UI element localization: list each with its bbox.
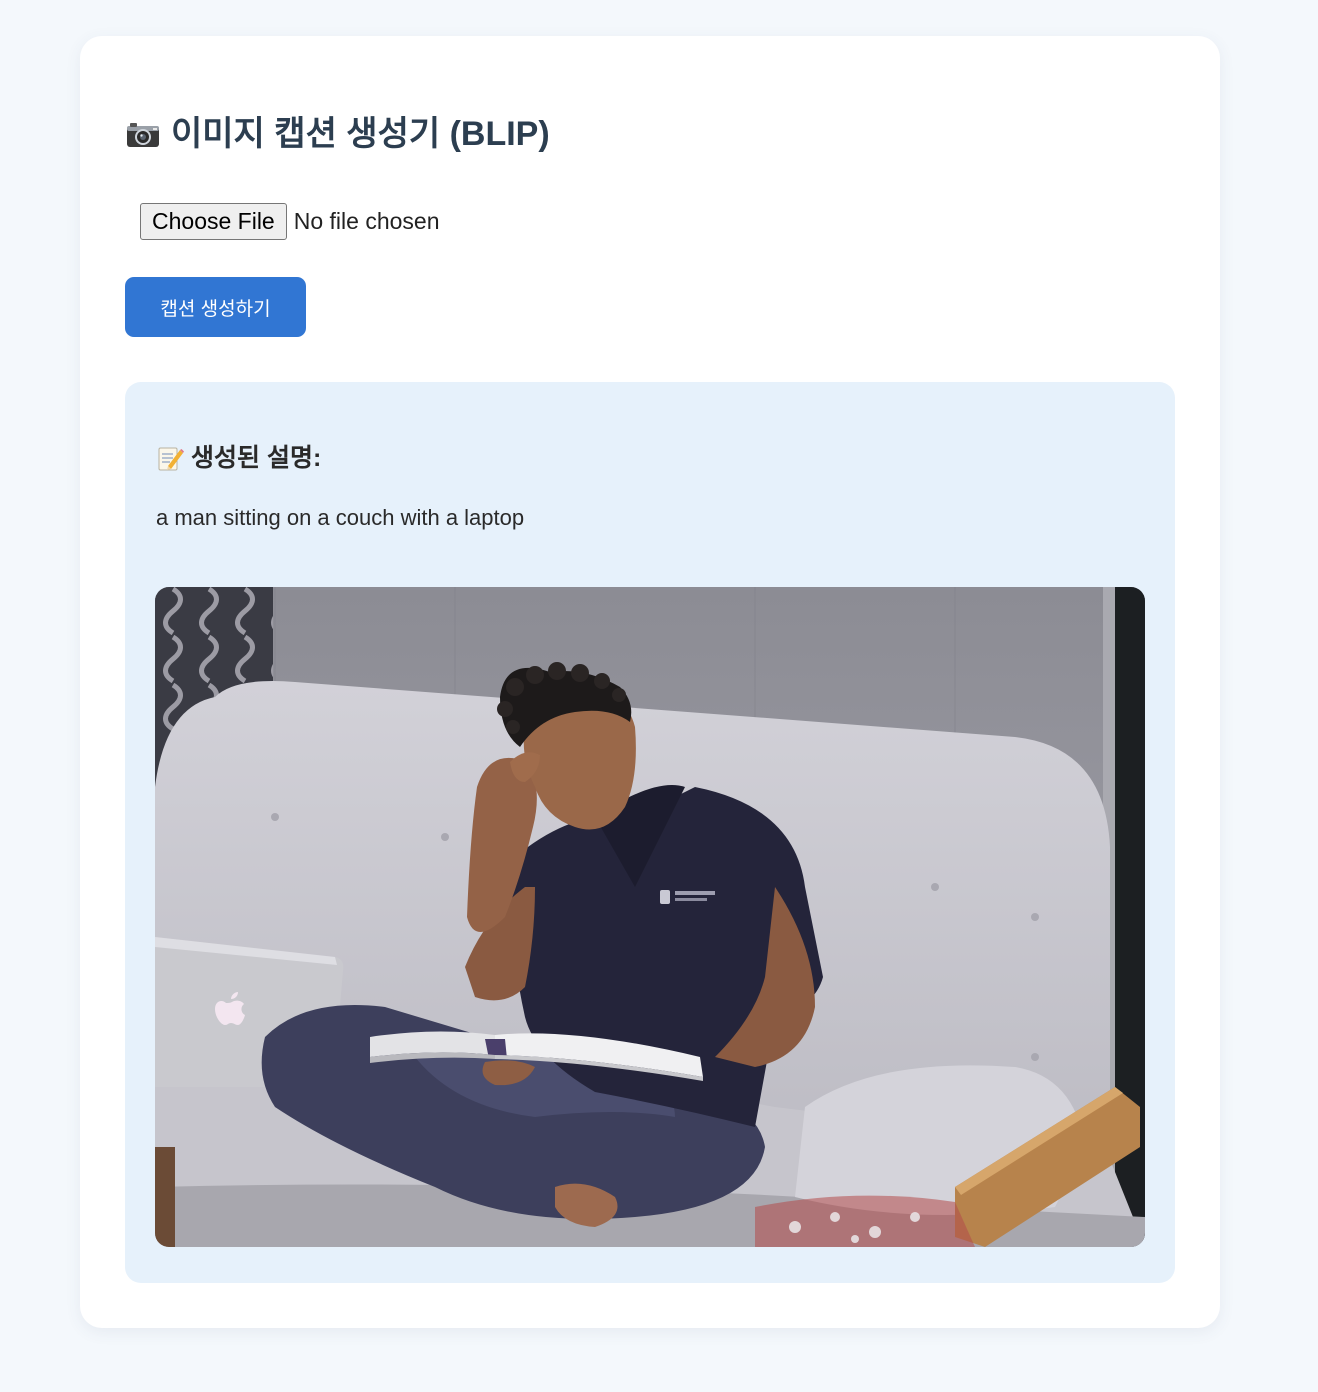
- result-panel: 생성된 설명: a man sitting on a couch with a …: [125, 382, 1175, 1283]
- result-heading: 생성된 설명:: [156, 442, 321, 474]
- camera-icon: [127, 123, 159, 147]
- uploaded-photo: [155, 587, 1145, 1247]
- generate-caption-button[interactable]: 캡션 생성하기: [125, 277, 306, 337]
- memo-icon: [158, 447, 184, 471]
- file-status-text: No file chosen: [293, 208, 440, 234]
- file-upload: Choose File No file chosen: [140, 203, 439, 240]
- page-title: 이미지 캡션 생성기 (BLIP): [125, 114, 550, 154]
- uploaded-image-preview: [155, 587, 1145, 1247]
- generated-caption: a man sitting on a couch with a laptop: [156, 505, 525, 530]
- choose-file-button[interactable]: Choose File: [140, 203, 287, 240]
- page-title-text: 이미지 캡션 생성기 (BLIP): [171, 115, 550, 153]
- main-card: 이미지 캡션 생성기 (BLIP) Choose File No file ch…: [80, 36, 1220, 1328]
- result-heading-text: 생성된 설명:: [191, 444, 322, 472]
